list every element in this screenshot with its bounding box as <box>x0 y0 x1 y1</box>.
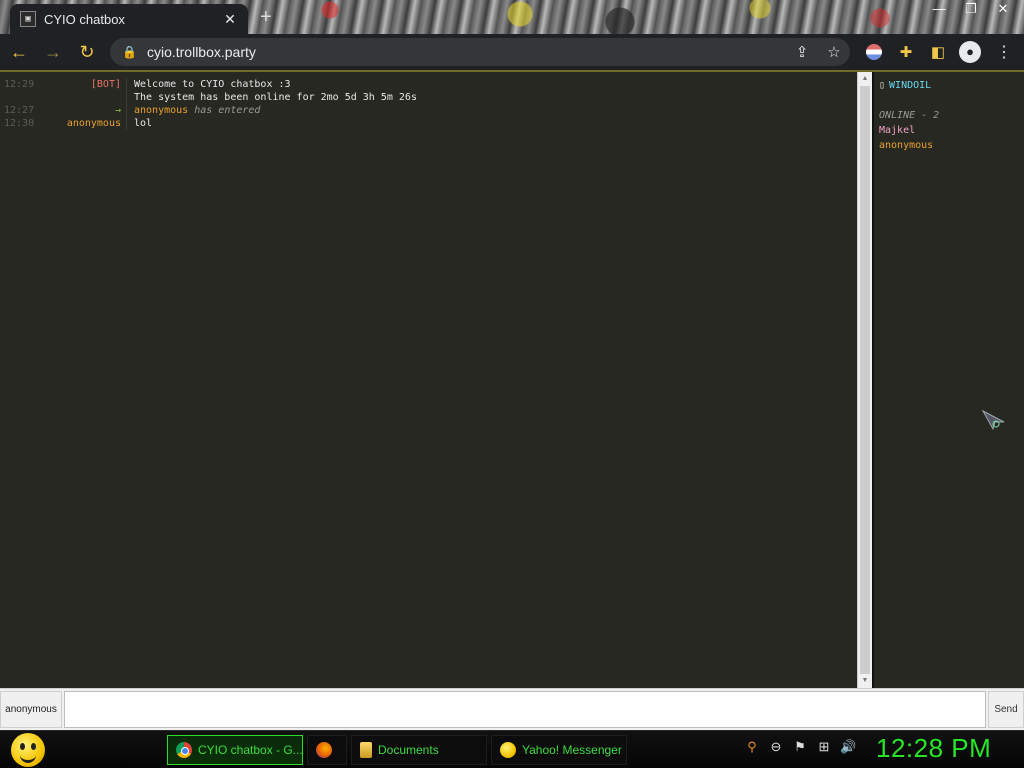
room-name[interactable]: ▯ WINDOIL <box>879 80 1024 91</box>
display-icon[interactable]: ⊞ <box>816 739 832 755</box>
join-action-text: has entered <box>194 105 261 116</box>
yahoo-messenger-icon <box>500 742 516 758</box>
message-nick[interactable]: anonymous <box>38 117 126 130</box>
window-controls: — ❐ ✕ <box>926 0 1016 18</box>
network-status-icon[interactable]: ⊖ <box>768 739 784 755</box>
taskbar-item-chrome[interactable]: CYIO chatbox - G... <box>167 735 303 765</box>
profile-avatar-icon[interactable]: ● <box>958 40 982 64</box>
message-time <box>0 91 38 104</box>
action-center-flag-icon[interactable]: ⚑ <box>792 739 808 755</box>
user-list-item[interactable]: Majkel <box>879 123 1024 138</box>
send-button[interactable]: Send <box>988 691 1024 728</box>
chat-scrollbar[interactable]: ▲ ▼ <box>857 72 872 688</box>
online-count: ONLINE - 2 <box>879 110 940 121</box>
nickname-button[interactable]: anonymous <box>0 691 62 728</box>
browser-tab[interactable]: ▣ CYIO chatbox ✕ <box>10 4 248 34</box>
message-text: The system has been online for 2mo 5d 3h… <box>134 92 417 103</box>
volume-icon[interactable]: 🔊 <box>840 739 856 755</box>
bookmark-star-icon[interactable]: ☆ <box>818 43 850 61</box>
flag-extension-icon[interactable] <box>862 40 886 64</box>
taskbar-item-label: Documents <box>378 743 439 757</box>
nick-separator <box>126 78 129 91</box>
message-input[interactable] <box>64 691 986 728</box>
address-bar[interactable]: 🔒 cyio.trollbox.party ⇪ ☆ <box>110 38 850 66</box>
chat-log[interactable]: 12:29 [BOT] Welcome to CYIO chatbox :3 T… <box>0 72 857 688</box>
message-time: 12:29 <box>4 79 35 90</box>
chatbox-page: 12:29 [BOT] Welcome to CYIO chatbox :3 T… <box>0 72 1024 688</box>
join-arrow-icon: → <box>114 105 121 116</box>
chat-message: The system has been online for 2mo 5d 3h… <box>0 91 857 104</box>
mouse-cursor-icon <box>982 410 1005 430</box>
message-text: lol <box>134 118 153 129</box>
lock-icon[interactable]: 🔒 <box>122 45 137 59</box>
share-icon[interactable]: ⇪ <box>786 43 818 61</box>
smiley-start-icon <box>11 733 45 767</box>
scrollbar-thumb[interactable] <box>860 86 870 674</box>
site-favicon-icon: ▣ <box>20 11 36 27</box>
message-nick <box>38 91 126 104</box>
taskbar-item-documents[interactable]: Documents <box>351 735 487 765</box>
browser-menu-icon[interactable]: ⋮ <box>992 40 1016 64</box>
chrome-icon <box>176 742 192 758</box>
tab-strip: ▣ CYIO chatbox ✕ + — ❐ ✕ <box>0 0 1024 34</box>
message-nick[interactable]: [BOT] <box>38 78 126 91</box>
taskbar: CYIO chatbox - G... Documents Yahoo! Mes… <box>0 730 1024 768</box>
scroll-up-arrow-icon[interactable]: ▲ <box>858 72 872 86</box>
reload-icon[interactable]: ↻ <box>72 37 102 67</box>
joined-user-name[interactable]: anonymous <box>134 105 188 116</box>
chat-message: 12:30 anonymous lol <box>0 117 857 130</box>
nick-separator <box>126 104 129 117</box>
back-arrow-icon[interactable]: ← <box>4 37 34 67</box>
taskbar-clock[interactable]: 12:28 PM <box>876 733 991 764</box>
forward-arrow-icon[interactable]: → <box>38 37 68 67</box>
message-time: 12:27 <box>4 105 35 116</box>
system-tray: ⚲ ⊖ ⚑ ⊞ 🔊 <box>744 739 856 755</box>
taskbar-item-label: Yahoo! Messenger <box>522 743 622 757</box>
room-label: WINDOIL <box>889 80 932 91</box>
message-input-bar: anonymous Send <box>0 688 1024 730</box>
firefox-icon <box>316 742 332 758</box>
folder-icon <box>360 742 372 758</box>
url-text[interactable]: cyio.trollbox.party <box>147 44 786 60</box>
tab-close-icon[interactable]: ✕ <box>222 11 238 28</box>
nick-separator <box>126 91 129 104</box>
extensions-puzzle-icon[interactable]: ✚ <box>894 40 918 64</box>
chat-message: 12:29 [BOT] Welcome to CYIO chatbox :3 <box>0 78 857 91</box>
maximize-icon[interactable]: ❐ <box>958 0 984 18</box>
browser-toolbar: ← → ↻ 🔒 cyio.trollbox.party ⇪ ☆ ✚ ◧ ● ⋮ <box>0 34 1024 70</box>
start-button[interactable] <box>8 732 48 768</box>
message-time: 12:30 <box>4 118 35 129</box>
scroll-down-arrow-icon[interactable]: ▼ <box>858 674 872 688</box>
nick-separator <box>126 117 129 130</box>
user-list-panel: ▯ WINDOIL ONLINE - 2 Majkel anonymous <box>874 72 1024 688</box>
taskbar-item-firefox[interactable] <box>307 735 347 765</box>
window-close-icon[interactable]: ✕ <box>990 0 1016 18</box>
user-list-item[interactable]: anonymous <box>879 138 1024 153</box>
tab-title: CYIO chatbox <box>44 11 125 27</box>
minimize-icon[interactable]: — <box>926 0 952 18</box>
side-panel-icon[interactable]: ◧ <box>926 40 950 64</box>
message-text: Welcome to CYIO chatbox :3 <box>134 79 291 90</box>
new-tab-button[interactable]: + <box>260 6 272 29</box>
taskbar-item-label: CYIO chatbox - G... <box>198 743 303 757</box>
chat-message: 12:27 → anonymous has entered <box>0 104 857 117</box>
message-text: anonymous has entered <box>134 104 260 117</box>
room-bullet-icon: ▯ <box>879 80 886 91</box>
search-icon[interactable]: ⚲ <box>744 739 760 755</box>
taskbar-item-yahoo-messenger[interactable]: Yahoo! Messenger <box>491 735 627 765</box>
